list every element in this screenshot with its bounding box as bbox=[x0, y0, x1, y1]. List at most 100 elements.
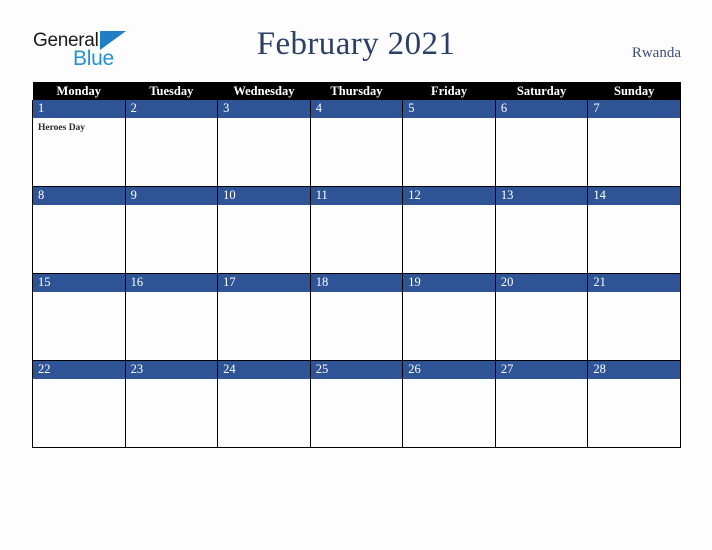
calendar-day-cell[interactable]: 20 bbox=[494, 273, 589, 361]
calendar-day-cell[interactable]: 17 bbox=[217, 273, 311, 361]
calendar-day-cell[interactable]: 5 bbox=[402, 100, 496, 187]
calendar-day-cell[interactable]: 15 bbox=[32, 273, 126, 361]
calendar-week-row: 8 9 10 11 12 13 14 bbox=[32, 186, 681, 274]
day-number: 18 bbox=[310, 274, 403, 292]
calendar-day-cell[interactable]: 19 bbox=[402, 273, 496, 361]
calendar-day-cell[interactable]: 11 bbox=[309, 186, 404, 274]
day-number: 17 bbox=[218, 274, 310, 292]
day-events bbox=[588, 292, 680, 296]
day-events bbox=[496, 379, 588, 383]
day-events bbox=[588, 118, 680, 122]
calendar-day-cell[interactable]: 25 bbox=[309, 360, 404, 448]
day-events bbox=[218, 379, 310, 383]
calendar-day-cell[interactable]: 16 bbox=[124, 273, 219, 361]
day-events bbox=[126, 292, 218, 296]
day-events bbox=[403, 205, 495, 209]
calendar-day-cell[interactable]: 6 bbox=[494, 100, 589, 187]
day-events bbox=[218, 292, 310, 296]
calendar-day-cell[interactable]: 4 bbox=[309, 100, 404, 187]
weekday-header-saturday: Saturday bbox=[495, 82, 588, 100]
day-number: 6 bbox=[495, 100, 588, 118]
calendar-day-cell[interactable]: 14 bbox=[587, 186, 681, 274]
calendar-day-cell[interactable]: 8 bbox=[32, 186, 126, 274]
day-number: 7 bbox=[588, 100, 680, 118]
country-label: Rwanda bbox=[631, 45, 681, 61]
calendar-body: 1 Heroes Day 2 3 4 5 6 7 8 9 10 11 12 13 14 15 16 17 18 19 2… bbox=[32, 100, 681, 448]
calendar-day-cell[interactable]: 9 bbox=[124, 186, 219, 274]
day-events bbox=[588, 205, 680, 209]
day-number: 5 bbox=[403, 100, 495, 118]
calendar-day-cell[interactable]: 1 Heroes Day bbox=[32, 100, 126, 187]
calendar-day-cell[interactable]: 2 bbox=[124, 100, 219, 187]
day-events bbox=[311, 118, 403, 122]
calendar-week-row: 15 16 17 18 19 20 21 bbox=[32, 273, 681, 361]
weekday-header-tuesday: Tuesday bbox=[125, 82, 218, 100]
day-events bbox=[311, 205, 403, 209]
day-number: 12 bbox=[403, 187, 495, 205]
day-number: 3 bbox=[218, 100, 310, 118]
day-number: 4 bbox=[310, 100, 403, 118]
day-events bbox=[403, 292, 495, 296]
day-number: 2 bbox=[125, 100, 218, 118]
day-events bbox=[311, 379, 403, 383]
calendar-week-row: 22 23 24 25 26 27 28 bbox=[32, 360, 681, 448]
page-header: General Blue February 2021 Rwanda bbox=[0, 0, 712, 82]
day-number: 11 bbox=[310, 187, 403, 205]
calendar-grid: Monday Tuesday Wednesday Thursday Friday Satu… bbox=[32, 82, 681, 448]
day-events bbox=[126, 379, 218, 383]
day-events: Heroes Day bbox=[33, 118, 125, 134]
day-events bbox=[33, 292, 125, 296]
day-number: 25 bbox=[310, 361, 403, 379]
weekday-header-friday: Friday bbox=[402, 82, 496, 100]
day-number: 28 bbox=[588, 361, 680, 379]
calendar-day-cell[interactable]: 7 bbox=[587, 100, 681, 187]
weekday-header-monday: Monday bbox=[32, 82, 126, 100]
day-number: 16 bbox=[125, 274, 218, 292]
calendar-day-cell[interactable]: 12 bbox=[402, 186, 496, 274]
calendar-header-row: Monday Tuesday Wednesday Thursday Friday Satu… bbox=[32, 82, 681, 100]
calendar-day-cell[interactable]: 27 bbox=[494, 360, 589, 448]
day-number: 24 bbox=[218, 361, 310, 379]
calendar-day-cell[interactable]: 26 bbox=[402, 360, 496, 448]
day-number: 22 bbox=[33, 361, 125, 379]
day-number: 9 bbox=[125, 187, 218, 205]
day-events bbox=[218, 205, 310, 209]
day-number: 20 bbox=[495, 274, 588, 292]
day-events bbox=[496, 118, 588, 122]
day-number: 19 bbox=[403, 274, 495, 292]
day-events bbox=[33, 379, 125, 383]
calendar-day-cell[interactable]: 18 bbox=[309, 273, 404, 361]
day-events bbox=[218, 118, 310, 122]
day-number: 15 bbox=[33, 274, 125, 292]
holiday-event: Heroes Day bbox=[38, 123, 86, 133]
calendar-day-cell[interactable]: 21 bbox=[587, 273, 681, 361]
day-number: 21 bbox=[588, 274, 680, 292]
day-events bbox=[403, 118, 495, 122]
day-number: 10 bbox=[218, 187, 310, 205]
calendar-day-cell[interactable]: 13 bbox=[494, 186, 589, 274]
day-events bbox=[311, 292, 403, 296]
day-number: 23 bbox=[125, 361, 218, 379]
day-number: 26 bbox=[403, 361, 495, 379]
day-number: 27 bbox=[495, 361, 588, 379]
calendar-day-cell[interactable]: 3 bbox=[217, 100, 311, 187]
weekday-header-wednesday: Wednesday bbox=[217, 82, 311, 100]
day-events bbox=[496, 205, 588, 209]
calendar-day-cell[interactable]: 22 bbox=[32, 360, 126, 448]
weekday-header-row: Monday Tuesday Wednesday Thursday Friday Satu… bbox=[32, 82, 681, 100]
calendar-day-cell[interactable]: 24 bbox=[217, 360, 311, 448]
weekday-header-sunday: Sunday bbox=[587, 82, 681, 100]
day-number: 14 bbox=[588, 187, 680, 205]
day-events bbox=[126, 118, 218, 122]
calendar-day-cell[interactable]: 10 bbox=[217, 186, 311, 274]
calendar-day-cell[interactable]: 28 bbox=[587, 360, 681, 448]
day-number: 8 bbox=[33, 187, 125, 205]
day-events bbox=[126, 205, 218, 209]
day-events bbox=[588, 379, 680, 383]
calendar-day-cell[interactable]: 23 bbox=[124, 360, 219, 448]
weekday-header-thursday: Thursday bbox=[310, 82, 403, 100]
day-number: 1 bbox=[33, 100, 125, 118]
calendar-week-row: 1 Heroes Day 2 3 4 5 6 7 bbox=[32, 100, 681, 187]
day-events bbox=[496, 292, 588, 296]
day-events bbox=[403, 379, 495, 383]
